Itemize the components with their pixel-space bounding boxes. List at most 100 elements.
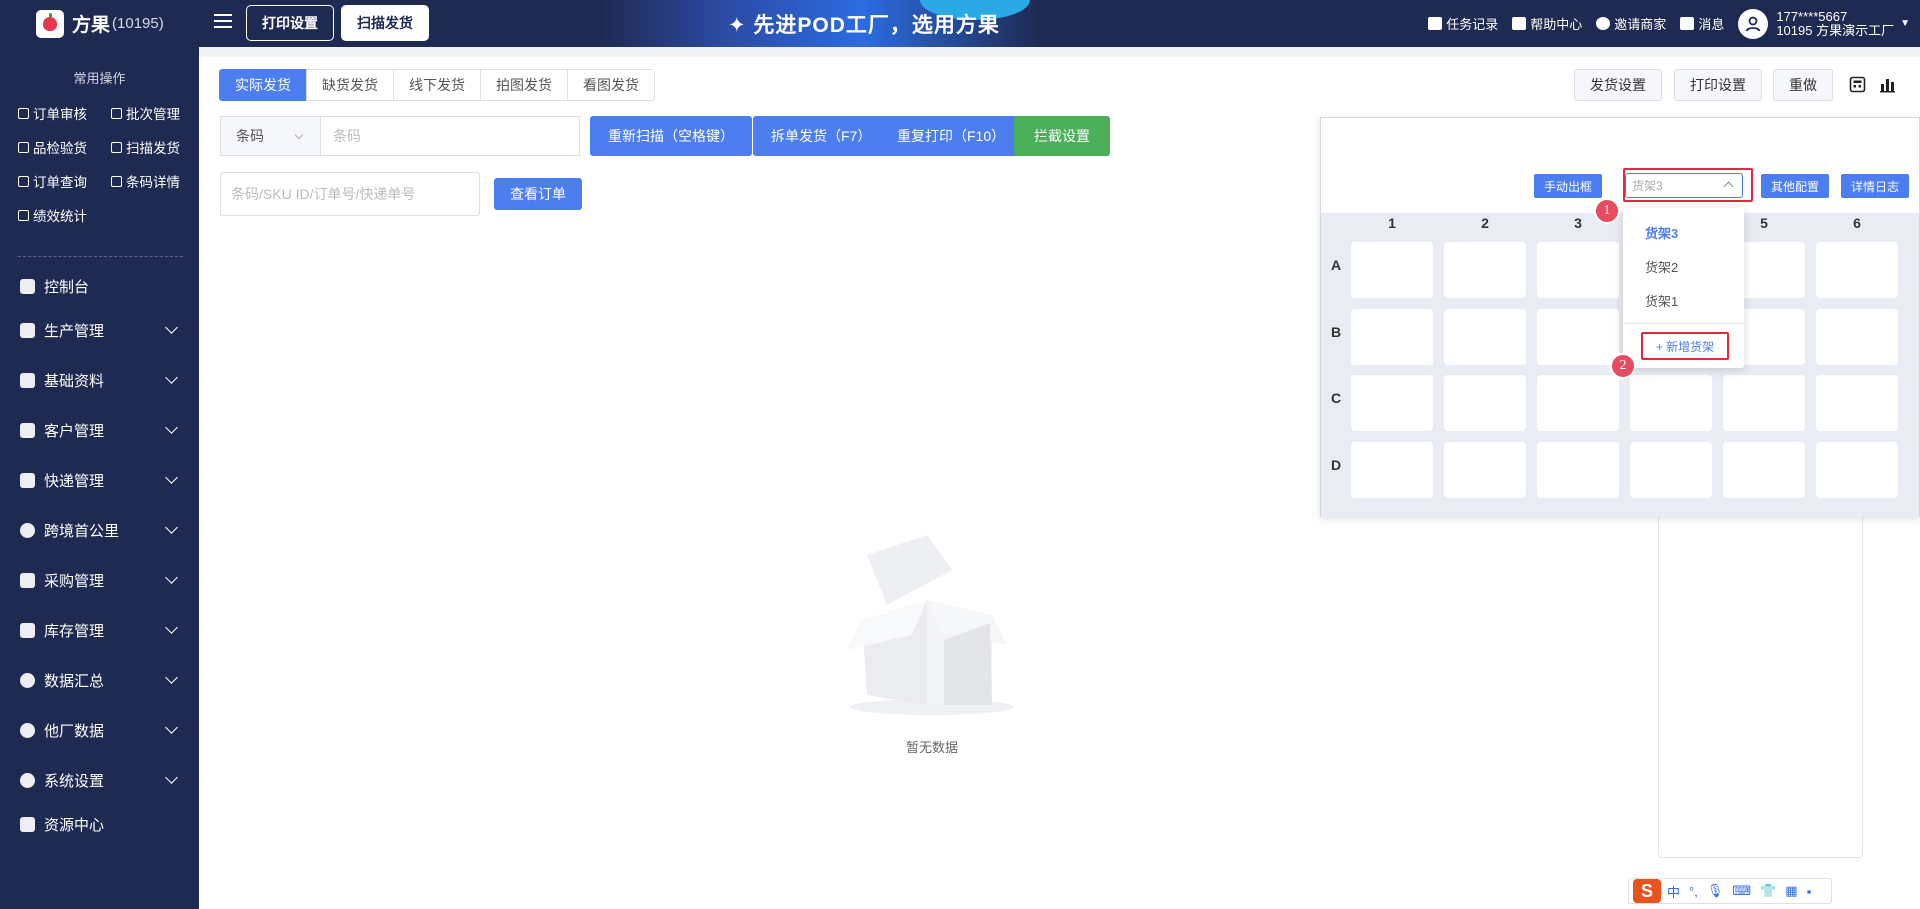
task-list-icon (1428, 17, 1443, 30)
shelf-slot-B1[interactable] (1351, 309, 1433, 365)
nav-customers[interactable]: 客户管理 (20, 418, 182, 442)
toolbox-icon[interactable]: ▪ (1807, 884, 1812, 899)
search-doc-icon (18, 175, 29, 187)
nav-other-factory[interactable]: 他厂数据 (20, 718, 182, 742)
shelf-slot-B6[interactable] (1816, 309, 1898, 365)
nav-base-data[interactable]: 基础资料 (20, 368, 182, 392)
shelf-slot-A3[interactable] (1537, 242, 1619, 298)
shelf-option-1[interactable]: 货架1 (1645, 291, 1678, 310)
shelf-slot-C5[interactable] (1723, 375, 1805, 431)
user-info[interactable]: 177****5667 10195 方果演示工厂 (1776, 8, 1894, 38)
other-config-button[interactable]: 其他配置 (1761, 174, 1830, 198)
calculator-icon[interactable] (1849, 76, 1866, 93)
nav-label: 资源中心 (44, 816, 105, 834)
column-header: 2 (1481, 215, 1489, 231)
scan-type-select[interactable]: 条码 (221, 117, 321, 155)
nav-purchase[interactable]: 采购管理 (20, 568, 182, 592)
barcode-input[interactable] (321, 117, 579, 155)
shelf-slot-B3[interactable] (1537, 309, 1619, 365)
split-ship-button[interactable]: 拆单发货（F7） (753, 116, 890, 156)
shelf-slot-D6[interactable] (1816, 442, 1898, 498)
caret-down-icon[interactable]: ▼ (1900, 18, 1910, 29)
ime-punct-toggle[interactable]: °, (1689, 884, 1698, 899)
user-add-icon (1596, 17, 1611, 30)
ime-lang-toggle[interactable]: 中 (1667, 882, 1680, 901)
shelf-panel: 手动出框 货架3 其他配置 详情日志 1 2 3 4 5 6 A B C D (1320, 117, 1920, 517)
tab-scan-ship[interactable]: 扫描发货 (341, 5, 429, 41)
pie-chart-icon (20, 672, 35, 688)
nav-label: 跨境首公里 (44, 522, 120, 540)
shelf-slot-A6[interactable] (1816, 242, 1898, 298)
shelf-slot-C4[interactable] (1630, 375, 1712, 431)
nav-express[interactable]: 快递管理 (20, 468, 182, 492)
manual-out-button[interactable]: 手动出框 (1534, 174, 1603, 198)
quick-batch-manage[interactable]: 批次管理 (111, 103, 180, 123)
keyboard-icon[interactable]: ⌨ (1732, 883, 1751, 899)
microphone-icon[interactable]: 🎙 (1707, 883, 1724, 899)
help-center-label: 帮助中心 (1530, 17, 1583, 32)
grid-icon[interactable]: ▦ (1785, 883, 1797, 899)
redo-button[interactable]: 重做 (1773, 69, 1833, 101)
row-header: B (1331, 324, 1342, 340)
messages-link[interactable]: 消息 (1680, 14, 1724, 33)
shelf-slot-D4[interactable] (1630, 442, 1712, 498)
shelf-slot-C3[interactable] (1537, 375, 1619, 431)
nav-dashboard[interactable]: 控制台 (20, 274, 182, 298)
invite-merchant-link[interactable]: 邀请商家 (1596, 14, 1666, 33)
shirt-icon[interactable]: 👕 (1760, 883, 1776, 899)
tab-offline-ship[interactable]: 线下发货 (393, 69, 481, 101)
tab-actual-ship[interactable]: 实际发货 (219, 69, 307, 101)
rescan-button[interactable]: 重新扫描（空格键） (590, 116, 752, 156)
bar-chart-icon[interactable] (1879, 76, 1896, 93)
nav-system-settings[interactable]: 系统设置 (20, 768, 182, 792)
quick-order-query[interactable]: 订单查询 (18, 171, 87, 191)
step-marker-1: 1 (1594, 198, 1620, 224)
task-records-link[interactable]: 任务记录 (1428, 14, 1498, 33)
menu-toggle-icon[interactable] (214, 14, 232, 30)
order-search-input[interactable] (220, 172, 480, 216)
tab-photo-ship[interactable]: 拍图发货 (480, 69, 568, 101)
brand-logo[interactable]: 方果 (10195) (0, 0, 199, 47)
shelf-slot-D2[interactable] (1444, 442, 1526, 498)
tab-view-image-ship[interactable]: 看图发货 (567, 69, 655, 101)
view-order-button[interactable]: 查看订单 (494, 178, 582, 210)
shelf-slot-D5[interactable] (1723, 442, 1805, 498)
shelf-slot-C6[interactable] (1816, 375, 1898, 431)
shelf-slot-D3[interactable] (1537, 442, 1619, 498)
print-settings-button[interactable]: 打印设置 (1674, 69, 1762, 101)
ship-settings-button[interactable]: 发货设置 (1574, 69, 1662, 101)
nav-data-summary[interactable]: 数据汇总 (20, 668, 182, 692)
shelf-slot-A1[interactable] (1351, 242, 1433, 298)
message-icon (1680, 17, 1695, 30)
quick-barcode-detail[interactable]: 条码详情 (111, 171, 180, 191)
shelf-slot-C2[interactable] (1444, 375, 1526, 431)
shelf-slot-A2[interactable] (1444, 242, 1526, 298)
user-phone: 177****5667 (1776, 8, 1848, 24)
nav-production[interactable]: 生产管理 (20, 318, 182, 342)
sidebar-divider (18, 256, 183, 257)
reprint-button[interactable]: 重复打印（F10） (879, 116, 1024, 156)
inspect-icon (18, 141, 29, 153)
nav-resource-center[interactable]: 资源中心 (20, 812, 182, 836)
intercept-settings-button[interactable]: 拦截设置 (1014, 116, 1110, 156)
help-center-link[interactable]: 帮助中心 (1512, 14, 1582, 33)
shelf-option-3[interactable]: 货架3 (1645, 223, 1678, 242)
quick-scan-ship[interactable]: 扫描发货 (111, 137, 180, 157)
quick-quality-check[interactable]: 品检验货 (18, 137, 87, 157)
tab-print-settings[interactable]: 打印设置 (246, 5, 334, 41)
quick-performance[interactable]: 绩效统计 (18, 205, 87, 225)
shelf-slot-D1[interactable] (1351, 442, 1433, 498)
shelf-slot-C1[interactable] (1351, 375, 1433, 431)
sogou-logo-icon[interactable]: S (1633, 879, 1661, 903)
tab-shortage-ship[interactable]: 缺货发货 (306, 69, 394, 101)
checkbox-icon (18, 107, 29, 119)
add-shelf-button[interactable]: + 新增货架 (1641, 332, 1729, 360)
shelf-slot-B2[interactable] (1444, 309, 1526, 365)
detail-log-button[interactable]: 详情日志 (1841, 174, 1910, 198)
nav-crossborder[interactable]: 跨境首公里 (20, 518, 182, 542)
quick-order-review[interactable]: 订单审核 (18, 103, 87, 123)
avatar[interactable] (1738, 8, 1769, 39)
nav-inventory[interactable]: 库存管理 (20, 618, 182, 642)
shelf-option-2[interactable]: 货架2 (1645, 257, 1678, 276)
row-header: D (1331, 457, 1342, 473)
